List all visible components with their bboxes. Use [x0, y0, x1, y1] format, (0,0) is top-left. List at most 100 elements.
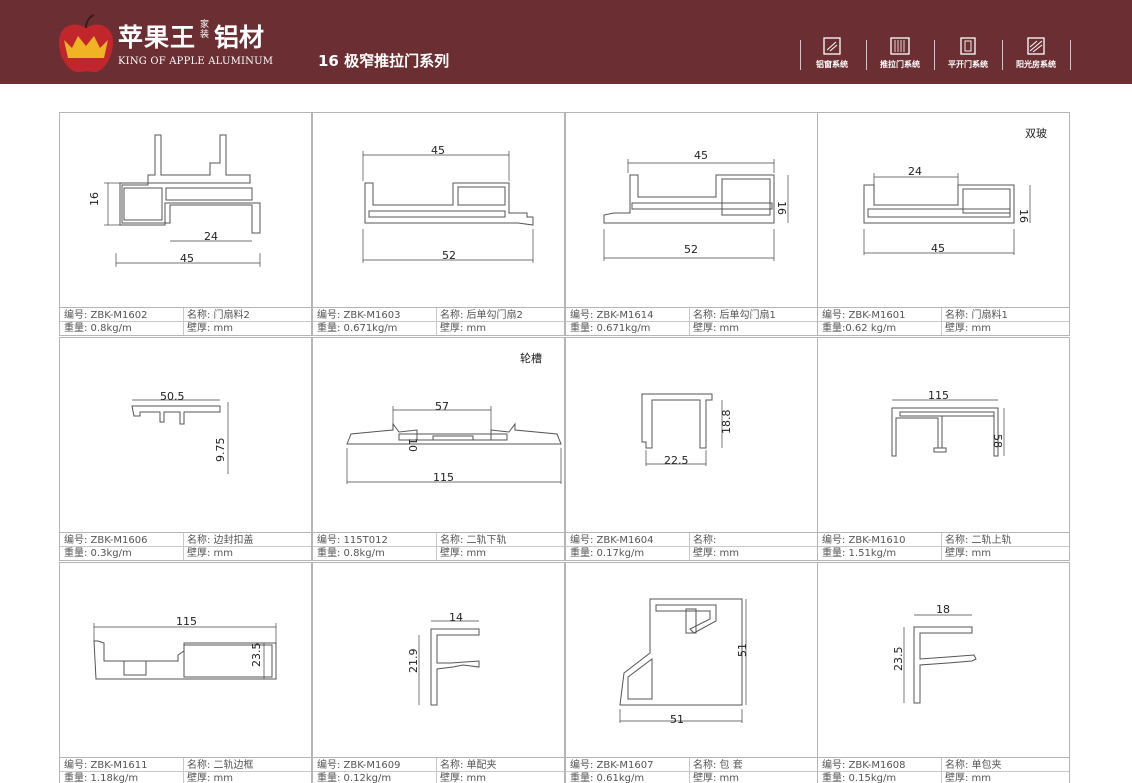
profile-drawing: 45 16 52 — [603, 149, 789, 261]
profile-drawing: 18 23.5 — [892, 603, 977, 704]
profile-card-ZBK-M1604[interactable]: 22.5 18.8 编号: ZBK-M1604 名称: 重量: 0.17kg/m 壁… — [565, 337, 818, 561]
profile-info: 编号: ZBK-M1609 名称: 单配夹 重量: 0.12kg/m 壁厚: mm — [313, 757, 564, 783]
profile-name: 名称: — [693, 535, 717, 546]
profile-wall-thickness: 壁厚: mm — [187, 548, 234, 559]
profile-weight: 重量:0.62 kg/m — [822, 323, 897, 334]
profile-drawing: 50.5 9.75 — [131, 390, 229, 474]
nav-divider — [1070, 40, 1071, 70]
profile-code: 编号: ZBK-M1608 — [822, 760, 906, 771]
profile-wall-thickness: 壁厚: mm — [693, 548, 740, 559]
profile-name: 名称: 门扇料2 — [187, 310, 250, 321]
profile-card-ZBK-M1601[interactable]: 24 16 45 双玻 编号: ZBK-M1601 名称: 门扇料1 重量:0.6… — [817, 112, 1070, 336]
profile-wall-thickness: 壁厚: mm — [440, 548, 487, 559]
profile-weight: 重量: 0.671kg/m — [317, 323, 398, 334]
sliding-door-icon — [890, 37, 910, 55]
profile-code: 编号: ZBK-M1611 — [64, 760, 148, 771]
nav-casement-door[interactable]: 平开门系统 — [934, 37, 1002, 70]
dimension-label: 51 — [736, 643, 749, 657]
profile-info: 编号: ZBK-M1604 名称: 重量: 0.17kg/m 壁厚: mm — [566, 532, 817, 560]
profile-code: 编号: ZBK-M1604 — [570, 535, 654, 546]
nav-sliding-door[interactable]: 推拉门系统 — [866, 37, 934, 70]
dimension-label: 18 — [936, 603, 950, 616]
dimension-label: 45 — [694, 149, 708, 162]
profile-info: 编号: ZBK-M1608 名称: 单包夹 重量: 0.15kg/m 壁厚: mm — [818, 757, 1069, 783]
profile-card-ZBK-M1614[interactable]: 45 16 52 编号: ZBK-M1614 名称: 后单勾门扇1 重量: 0.6… — [565, 112, 818, 336]
page-title: 16 极窄推拉门系列 — [318, 52, 450, 70]
profile-wall-thickness: 壁厚: mm — [945, 773, 992, 783]
profile-drawing: 45 52 — [362, 144, 534, 263]
profile-card-ZBK-M1609[interactable]: 14 21.9 编号: ZBK-M1609 名称: 单配夹 重量: 0.12kg/… — [312, 562, 565, 783]
profile-card-ZBK-M1610[interactable]: 115 58 编号: ZBK-M1610 名称: 二轨上轨 重量: 1.51kg/… — [817, 337, 1070, 561]
profile-card-115T012[interactable]: 57 10 115 轮槽 编号: 115T012 名称: 二轨下轨 重量: 0.8… — [312, 337, 565, 561]
profile-code: 编号: ZBK-M1602 — [64, 310, 148, 321]
profile-weight: 重量: 0.12kg/m — [317, 773, 392, 783]
profile-name: 名称: 边封扣盖 — [187, 535, 254, 546]
profile-wall-thickness: 壁厚: mm — [693, 773, 740, 783]
profile-card-ZBK-M1606[interactable]: 50.5 9.75 编号: ZBK-M1606 名称: 边封扣盖 重量: 0.3k… — [59, 337, 312, 561]
nav-window[interactable]: 铝窗系统 — [798, 37, 866, 70]
dimension-label: 23.5 — [892, 647, 905, 672]
profile-drawing: 115 58 — [891, 389, 1005, 457]
profile-weight: 重量: 0.8kg/m — [64, 323, 132, 334]
dimension-label: 23.5 — [250, 643, 263, 668]
profile-info: 编号: ZBK-M1610 名称: 二轨上轨 重量: 1.51kg/m 壁厚: mm — [818, 532, 1069, 560]
nav-casement-door-label: 平开门系统 — [948, 60, 988, 69]
dimension-label: 16 — [1017, 209, 1030, 223]
dimension-label: 57 — [435, 400, 449, 413]
profile-info: 编号: ZBK-M1601 名称: 门扇料1 重量:0.62 kg/m 壁厚: mm — [818, 307, 1069, 335]
profile-name: 名称: 单配夹 — [440, 760, 497, 771]
profile-drawing: 115 23.5 — [93, 615, 277, 680]
sunroom-icon — [1027, 37, 1045, 55]
profile-name: 名称: 后单勾门扇2 — [440, 310, 523, 321]
profile-code: 编号: ZBK-M1609 — [317, 760, 401, 771]
dimension-label: 58 — [991, 434, 1004, 448]
nav-sunroom[interactable]: 阳光房系统 — [1002, 37, 1070, 70]
profile-name: 名称: 后单勾门扇1 — [693, 310, 776, 321]
dimension-label: 45 — [180, 252, 194, 265]
profile-code: 编号: 115T012 — [317, 535, 388, 546]
brand-sub: 家装 — [200, 20, 210, 40]
dimension-label: 52 — [684, 243, 698, 256]
dimension-label: 24 — [908, 165, 922, 178]
dimension-label: 45 — [431, 144, 445, 157]
profile-drawing: 24 16 45 — [863, 165, 1031, 255]
profile-code: 编号: ZBK-M1606 — [64, 535, 148, 546]
profile-wall-thickness: 壁厚: mm — [440, 773, 487, 783]
profile-card-ZBK-M1611[interactable]: 115 23.5 编号: ZBK-M1611 名称: 二轨边框 重量: 1.18k… — [59, 562, 312, 783]
profile-note: 轮槽 — [520, 352, 542, 365]
dimension-label: 16 — [88, 192, 101, 206]
profile-drawing: 16 24 45 — [88, 134, 261, 267]
profile-wall-thickness: 壁厚: mm — [440, 323, 487, 334]
profile-name: 名称: 门扇料1 — [945, 310, 1008, 321]
dimension-label: 9.75 — [214, 438, 227, 463]
nav-sunroom-label: 阳光房系统 — [1016, 60, 1056, 69]
profile-drawing: 22.5 18.8 — [641, 393, 733, 467]
profile-card-ZBK-M1608[interactable]: 18 23.5 编号: ZBK-M1608 名称: 单包夹 重量: 0.15kg/… — [817, 562, 1070, 783]
profile-card-ZBK-M1602[interactable]: 16 24 45 编号: ZBK-M1602 名称: 门扇料2 重量: 0.8kg… — [59, 112, 312, 336]
profile-drawing: 57 10 115 — [346, 400, 562, 484]
profile-info: 编号: ZBK-M1602 名称: 门扇料2 重量: 0.8kg/m 壁厚: mm — [60, 307, 311, 335]
profile-name: 名称: 包 套 — [693, 760, 743, 771]
brand-name: 苹果王 — [118, 23, 197, 52]
profile-wall-thickness: 壁厚: mm — [945, 323, 992, 334]
profile-card-ZBK-M1607[interactable]: 51 51 编号: ZBK-M1607 名称: 包 套 重量: 0.61kg/m 壁… — [565, 562, 818, 783]
profile-name: 名称: 二轨上轨 — [945, 535, 1012, 546]
profile-note: 双玻 — [1025, 127, 1047, 140]
profile-code: 编号: ZBK-M1610 — [822, 535, 906, 546]
profile-info: 编号: ZBK-M1603 名称: 后单勾门扇2 重量: 0.671kg/m 壁厚:… — [313, 307, 564, 335]
dimension-label: 115 — [433, 471, 454, 484]
profile-code: 编号: ZBK-M1614 — [570, 310, 654, 321]
dimension-label: 115 — [176, 615, 197, 628]
profile-info: 编号: ZBK-M1606 名称: 边封扣盖 重量: 0.3kg/m 壁厚: mm — [60, 532, 311, 560]
profile-code: 编号: ZBK-M1607 — [570, 760, 654, 771]
profile-wall-thickness: 壁厚: mm — [945, 548, 992, 559]
dimension-label: 21.9 — [407, 649, 420, 674]
profile-info: 编号: ZBK-M1611 名称: 二轨边框 重量: 1.18kg/m 壁厚: mm — [60, 757, 311, 783]
dimension-label: 115 — [928, 389, 949, 402]
casement-door-icon — [960, 37, 976, 55]
profile-info: 编号: 115T012 名称: 二轨下轨 重量: 0.8kg/m 壁厚: mm — [313, 532, 564, 560]
profile-card-ZBK-M1603[interactable]: 45 52 编号: ZBK-M1603 名称: 后单勾门扇2 重量: 0.671k… — [312, 112, 565, 336]
apple-crown-icon — [58, 14, 114, 73]
dimension-label: 50.5 — [160, 390, 185, 403]
profile-weight: 重量: 0.3kg/m — [64, 548, 132, 559]
